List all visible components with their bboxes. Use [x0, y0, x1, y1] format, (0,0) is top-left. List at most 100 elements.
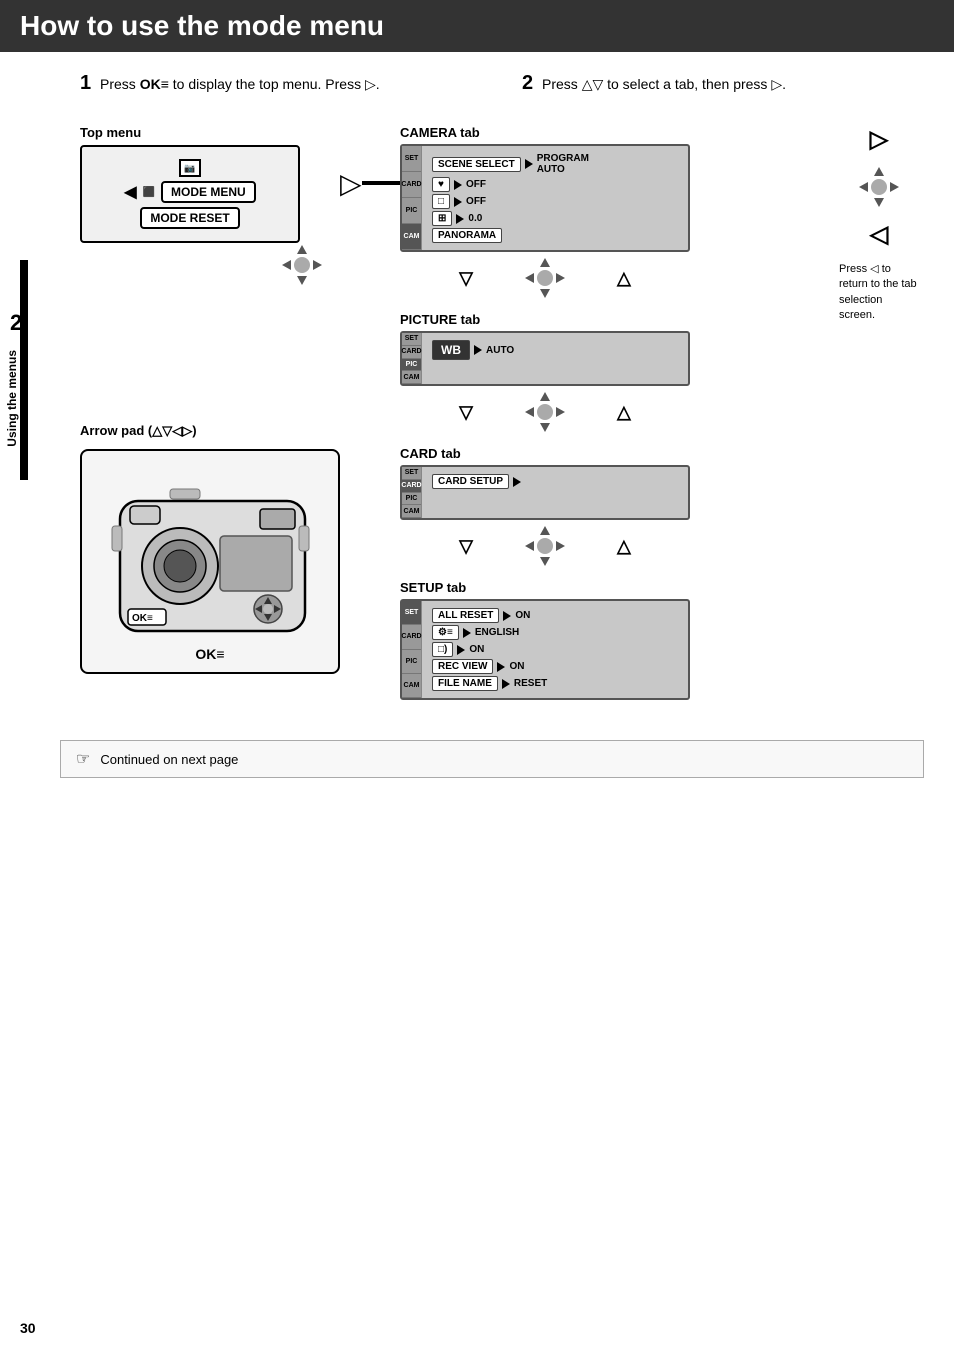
camera-tab-screen: SET CARD PIC CAM SCENE SELECT PROGRAMAUT…: [400, 144, 690, 252]
camera-row-2: ♥ OFF: [432, 177, 680, 192]
down-arrow-3: ▽: [459, 536, 473, 557]
mode-menu-btn: MODE MENU: [161, 181, 256, 203]
gear-eq-btn: ⚙≡: [432, 625, 459, 640]
arrow-rec-view: [497, 662, 505, 672]
on-val-1: ON: [515, 610, 530, 621]
step-1-text: Press OK≡ to display the top menu. Press…: [100, 76, 380, 92]
card-tab-label: CARD tab: [400, 446, 924, 461]
camera-nav-pad: [857, 165, 901, 209]
card-tab-card: CARD: [402, 480, 421, 493]
menu-row-mode-reset: MODE RESET: [140, 207, 239, 229]
card-to-setup-arrows: ▽ △: [400, 520, 690, 572]
spacer-1: [80, 303, 340, 423]
heart-icon-btn: ♥: [432, 177, 450, 192]
pic-tab-pic: PIC: [402, 359, 421, 372]
tnp1-center: [537, 270, 553, 286]
cam-nav-left: [859, 182, 868, 192]
up-arrow-2: △: [617, 402, 631, 423]
auto-val: AUTO: [486, 345, 514, 356]
nav-center: [294, 257, 310, 273]
up-arrow-3: △: [617, 536, 631, 557]
nav-right-icon: [313, 260, 322, 270]
nav-left-icon: [282, 260, 291, 270]
mode-menu-icon: ⬛: [143, 187, 155, 198]
camera-row-1: SCENE SELECT PROGRAMAUTO: [432, 153, 680, 175]
menu-row-camera-icon: 📷: [179, 159, 201, 177]
arrow-pad-label: Arrow pad (△▽◁▷): [80, 423, 340, 439]
page-number: 30: [20, 1320, 36, 1336]
off-val-2: OFF: [466, 196, 486, 207]
down-up-pair-1: ▽: [459, 268, 473, 289]
continued-text: Continued on next page: [100, 752, 238, 767]
step-2: 2 Press △▽ to select a tab, then press ▷…: [522, 72, 924, 95]
tnp1-up: [540, 258, 550, 267]
press-left-note: Press ◁ to return to the tab selection s…: [839, 262, 919, 324]
cam-nav-center: [871, 179, 887, 195]
card-tab-bar: SET CARD PIC CAM: [402, 467, 422, 518]
diagram-area: Top menu 📷 ◀ ⬛ MODE MENU MODE RESET: [70, 125, 924, 700]
file-name-btn: FILE NAME: [432, 676, 498, 691]
tnp1-right: [556, 273, 565, 283]
picture-screen-content: WB AUTO: [432, 340, 680, 360]
tnp2-down: [540, 423, 550, 432]
right-column: ▷ CAMERA tab SET CARD PIC CAM SCENE SELE…: [360, 125, 924, 700]
picture-tab-screen: SET CARD PIC CAM WB AUTO: [400, 331, 690, 386]
cam-nav-up: [874, 167, 884, 176]
left-arrow-symbol: ◁: [870, 220, 888, 249]
camera-tab-bar: SET CARD PIC CAM: [402, 146, 422, 250]
program-auto-val: PROGRAMAUTO: [537, 153, 589, 175]
camera-row-4: ⊞ 0.0: [432, 211, 680, 226]
rec-view-btn: REC VIEW: [432, 659, 493, 674]
setup-row-4: REC VIEW ON: [432, 659, 680, 674]
grid-icon-btn: ⊞: [432, 211, 452, 226]
tnp3-down: [540, 557, 550, 566]
pic-tab-set: SET: [402, 333, 421, 346]
scene-select-btn: SCENE SELECT: [432, 157, 521, 172]
card-setup-btn: CARD SETUP: [432, 474, 509, 489]
page-title: How to use the mode menu: [0, 0, 954, 52]
up-arrow-1: △: [617, 268, 631, 289]
nav-up-icon: [297, 245, 307, 254]
reset-val: RESET: [514, 678, 547, 689]
setup-tab-cam: CAM: [402, 674, 421, 698]
ok-label: OK≡: [195, 646, 224, 662]
continued-footer: ☞ Continued on next page: [60, 740, 924, 778]
transition-nav-pad-2: [523, 390, 567, 434]
nav-down-icon: [297, 276, 307, 285]
tnp3-up: [540, 526, 550, 535]
camera-row-5: PANORAMA: [432, 228, 680, 243]
camera-body-box: OK≡ OK≡: [80, 449, 340, 674]
tnp3-center: [537, 538, 553, 554]
setup-row-1: ALL RESET ON: [432, 608, 680, 623]
camera-icon: 📷: [179, 159, 201, 177]
pic-tab-card: CARD: [402, 346, 421, 359]
setup-tab-screen: SET CARD PIC CAM ALL RESET ON ⚙≡ ENGLISH: [400, 599, 690, 700]
camera-row-3: □ OFF: [432, 194, 680, 209]
all-reset-btn: ALL RESET: [432, 608, 499, 623]
transition-nav-pad-1: [523, 256, 567, 300]
off-val-1: OFF: [466, 179, 486, 190]
right-arrow-symbol: ▷: [870, 125, 888, 154]
down-arrow-1: ▽: [459, 268, 473, 289]
top-menu-arrow-area: [80, 258, 340, 298]
panorama-btn: PANORAMA: [432, 228, 502, 243]
tab-card: CARD: [402, 172, 421, 198]
tnp2-left: [525, 407, 534, 417]
step-1-number: 1: [80, 72, 91, 94]
step-2-number: 2: [522, 72, 533, 94]
card-tab-cam: CAM: [402, 505, 421, 518]
arrow-card: [513, 477, 521, 487]
arrow-scene: [525, 159, 533, 169]
top-menu-label: Top menu: [80, 125, 340, 140]
step1-nav-pad: [280, 243, 324, 287]
setup-tab-label: SETUP tab: [400, 580, 924, 595]
picture-tab-bar: SET CARD PIC CAM: [402, 333, 422, 384]
pic-to-card-arrows: ▽ △: [400, 386, 690, 438]
menu-row-mode-menu: ◀ ⬛ MODE MENU: [124, 181, 255, 203]
card-screen-content: CARD SETUP: [432, 474, 680, 489]
picture-row-1: WB AUTO: [432, 340, 680, 360]
setup-row-2: ⚙≡ ENGLISH: [432, 625, 680, 640]
setup-tab-bar: SET CARD PIC CAM: [402, 601, 422, 698]
card-tab-set: SET: [402, 467, 421, 480]
steps-row: 1 Press OK≡ to display the top menu. Pre…: [70, 72, 924, 95]
